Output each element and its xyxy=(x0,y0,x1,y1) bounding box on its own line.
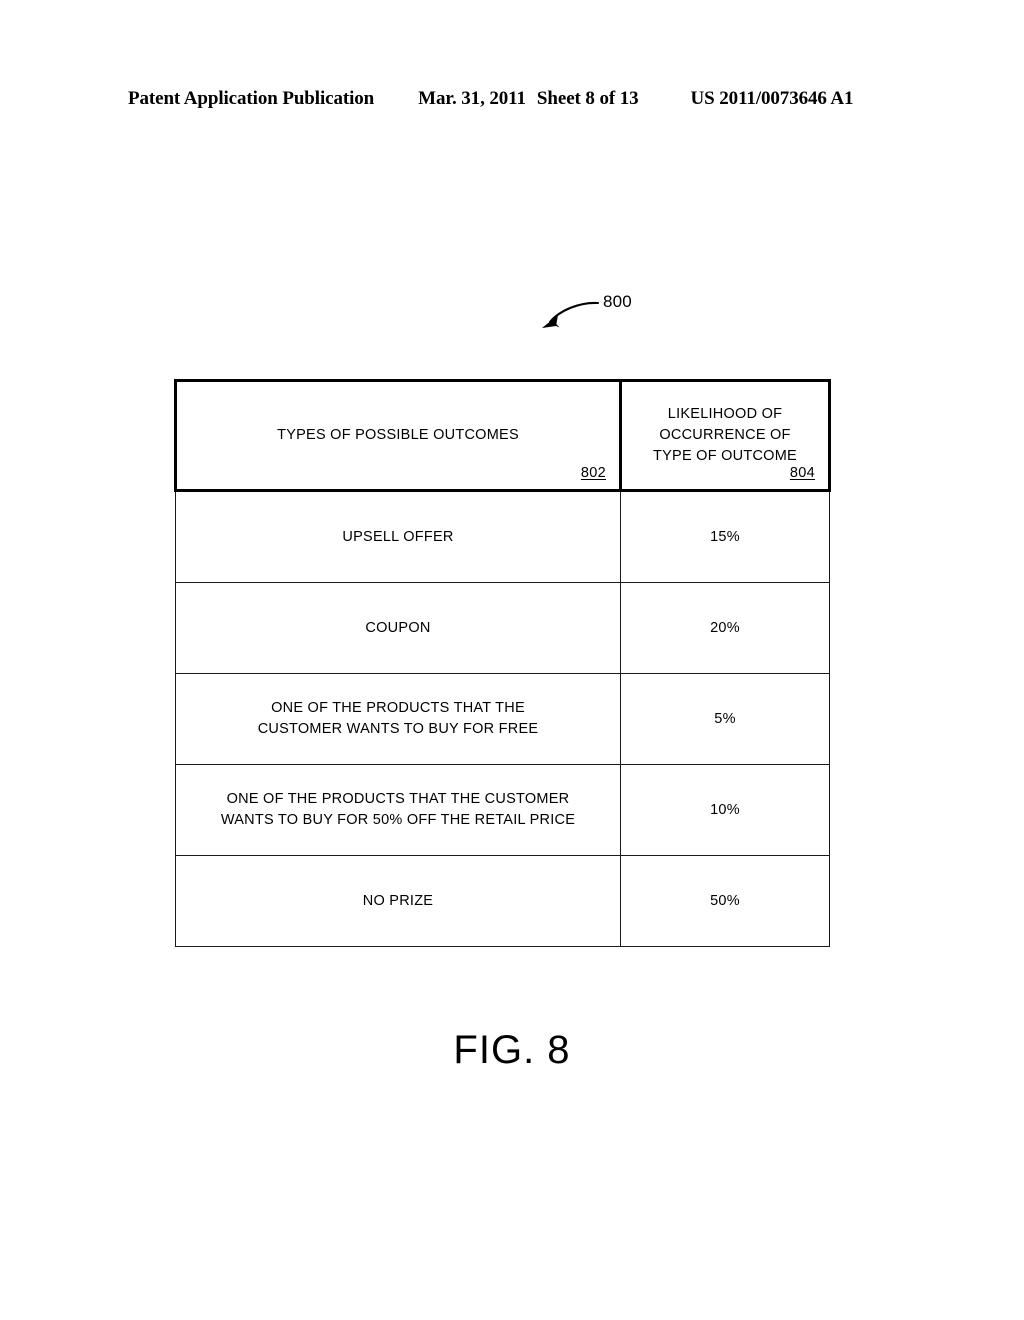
table-row: ONE OF THE PRODUCTS THAT THE CUSTOMER WAN… xyxy=(175,764,830,856)
reference-numeral-802: 802 xyxy=(580,465,606,481)
cell-outcome: UPSELL OFFER xyxy=(175,490,621,583)
likelihood-value: 10% xyxy=(710,801,740,818)
header-cell-likelihood: LIKELIHOOD OF OCCURRENCE OF TYPE OF OUTCOM… xyxy=(619,379,831,492)
publication-title: Patent Application Publication xyxy=(128,88,375,109)
likelihood-value: 20% xyxy=(710,619,740,636)
likelihood-value: 5% xyxy=(714,710,736,727)
document-number: US 2011/0073646 A1 xyxy=(690,88,854,109)
cell-outcome: COUPON xyxy=(175,582,621,674)
table-row: ONE OF THE PRODUCTS THAT THE CUSTOMER WAN… xyxy=(175,673,830,765)
publication-date: Mar. 31, 2011 xyxy=(418,88,526,109)
outcome-label: NO PRIZE xyxy=(362,892,434,909)
table-row: NO PRIZE 50% xyxy=(175,855,830,947)
outcome-label: ONE OF THE PRODUCTS THAT THE CUSTOMER WAN… xyxy=(220,791,576,828)
cell-likelihood: 10% xyxy=(620,764,830,856)
header-label-likelihood: LIKELIHOOD OF OCCURRENCE OF TYPE OF OUTCOM… xyxy=(653,406,797,464)
cell-likelihood: 5% xyxy=(620,673,830,765)
outcome-label: UPSELL OFFER xyxy=(342,528,454,545)
cell-likelihood: 20% xyxy=(620,582,830,674)
cell-outcome: ONE OF THE PRODUCTS THAT THE CUSTOMER WAN… xyxy=(175,673,621,765)
publication-header: Patent Application Publication Mar. 31, … xyxy=(128,88,896,114)
table-header-row: TYPES OF POSSIBLE OUTCOMES 802 LIKELIHOO… xyxy=(174,379,831,492)
table-row: UPSELL OFFER 15% xyxy=(175,490,830,583)
outcome-label: ONE OF THE PRODUCTS THAT THE CUSTOMER WAN… xyxy=(257,700,539,737)
outcome-label: COUPON xyxy=(365,619,431,636)
header-cell-outcomes: TYPES OF POSSIBLE OUTCOMES 802 xyxy=(174,379,622,492)
cell-outcome: ONE OF THE PRODUCTS THAT THE CUSTOMER WAN… xyxy=(175,764,621,856)
outcomes-table: TYPES OF POSSIBLE OUTCOMES 802 LIKELIHOO… xyxy=(174,379,831,947)
callout-label-800: 800 xyxy=(603,292,632,311)
likelihood-value: 15% xyxy=(710,528,740,545)
cell-likelihood: 15% xyxy=(620,490,830,583)
figure-caption: FIG. 8 xyxy=(453,1028,571,1072)
cell-likelihood: 50% xyxy=(620,855,830,947)
reference-numeral-804: 804 xyxy=(789,465,815,481)
sheet-number: Sheet 8 of 13 xyxy=(536,88,639,109)
table-row: COUPON 20% xyxy=(175,582,830,674)
header-label-outcomes: TYPES OF POSSIBLE OUTCOMES xyxy=(277,427,519,443)
likelihood-value: 50% xyxy=(710,892,740,909)
cell-outcome: NO PRIZE xyxy=(175,855,621,947)
leader-arrow-icon xyxy=(542,301,600,328)
figure-callout-800: 800 xyxy=(536,292,656,344)
